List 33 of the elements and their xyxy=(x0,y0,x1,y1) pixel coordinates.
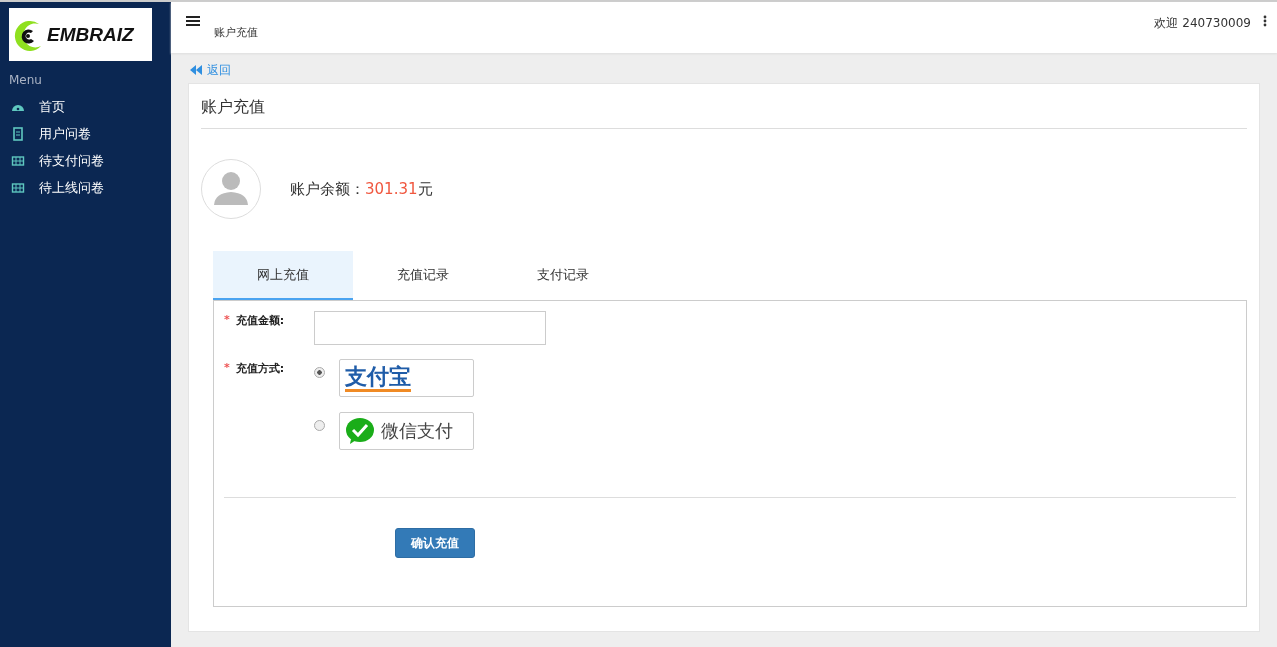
logo-text: EMBRAIZ xyxy=(47,23,134,46)
sidebar-item[interactable]: 待上线问卷 xyxy=(0,174,171,201)
sidebar-item[interactable]: 待支付问卷 xyxy=(0,147,171,174)
welcome-text: 欢迎 240730009 xyxy=(1154,15,1251,32)
field-label: 充值方式: xyxy=(235,361,285,376)
more-icon[interactable] xyxy=(1263,15,1267,27)
double-left-icon xyxy=(190,65,202,75)
table-icon xyxy=(11,153,25,168)
input-field[interactable] xyxy=(314,311,546,345)
chat-check-icon xyxy=(345,417,377,445)
tab[interactable]: 充值记录 xyxy=(353,251,493,300)
radio-button[interactable] xyxy=(314,420,325,431)
required-mark: * xyxy=(224,361,230,374)
sidebar-item[interactable]: 用户问卷 xyxy=(0,120,171,147)
menu-title: Menu xyxy=(9,73,43,87)
table-icon xyxy=(11,180,25,195)
payment-option[interactable]: 微信支付 xyxy=(339,412,474,450)
document-icon xyxy=(11,126,25,141)
radio-button[interactable] xyxy=(314,367,325,378)
tab[interactable]: 网上充值 xyxy=(213,251,353,300)
sidebar-item[interactable]: 首页 xyxy=(0,93,171,120)
panel-title: 账户充值 xyxy=(201,84,1247,129)
menu-icon[interactable] xyxy=(186,15,200,27)
payment-option[interactable]: 支付宝 xyxy=(339,359,474,397)
tab[interactable]: 支付记录 xyxy=(493,251,633,300)
wechat-label: 微信支付 xyxy=(381,419,453,443)
alipay-logo-text: 支付宝 xyxy=(345,364,411,392)
avatar-icon xyxy=(201,159,261,219)
required-mark: * xyxy=(224,313,230,326)
confirm-button[interactable]: 确认充值 xyxy=(395,528,475,558)
balance-text: 账户余额：301.31元 xyxy=(290,179,433,199)
field-label: 充值金额: xyxy=(235,313,285,328)
breadcrumb: 账户充值 xyxy=(214,25,258,40)
